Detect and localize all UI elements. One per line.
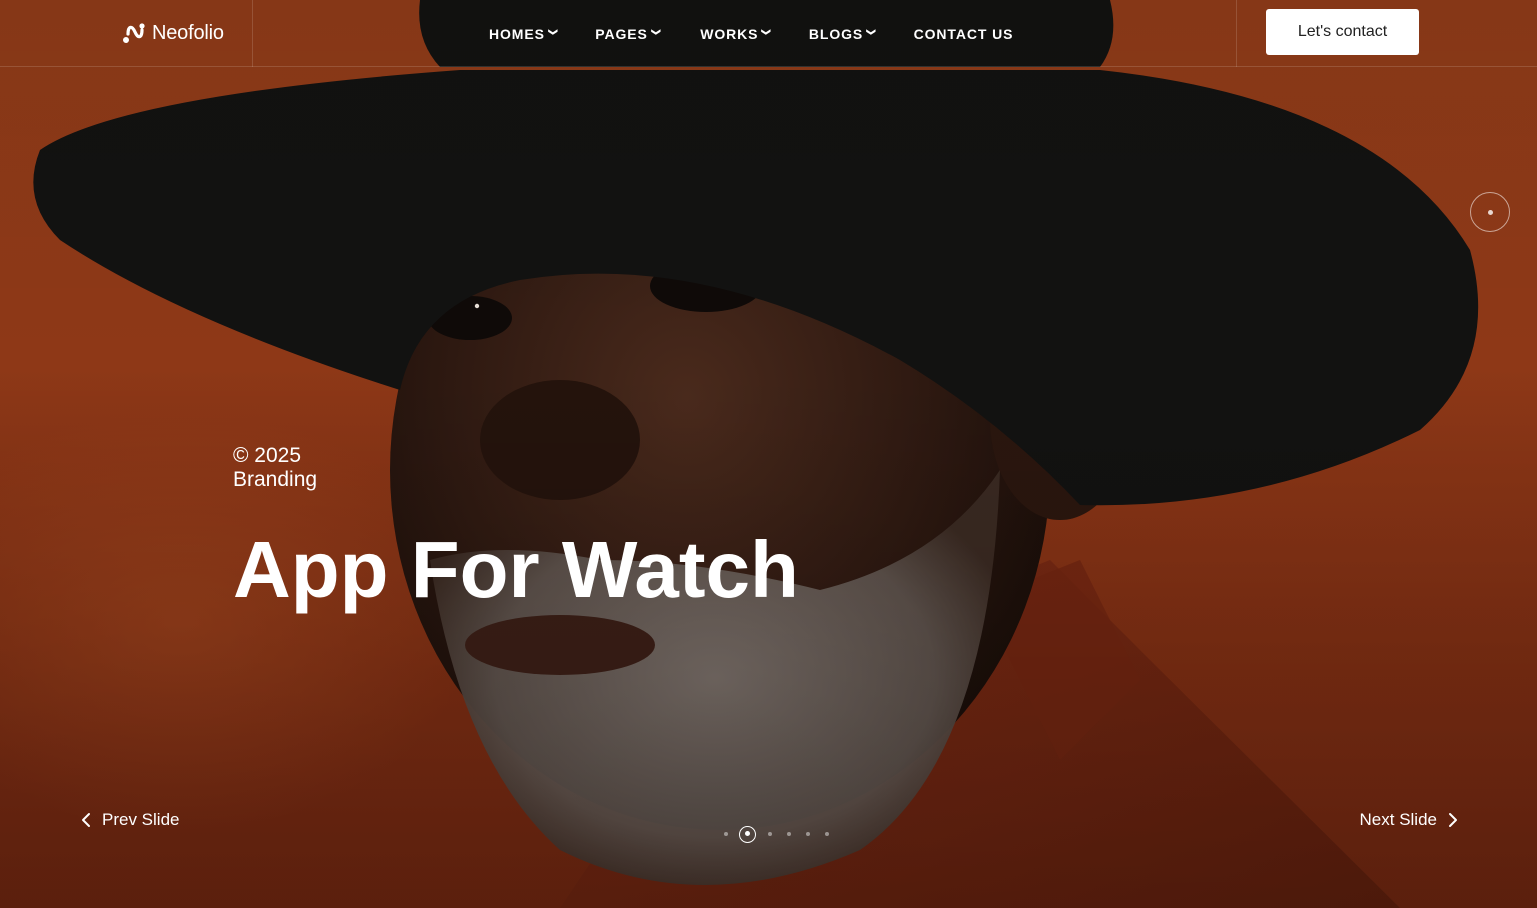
prev-slide-label: Prev Slide (102, 810, 180, 829)
nav-item-homes[interactable]: HOMES ❯ (489, 22, 559, 46)
pagination-dot[interactable] (824, 832, 829, 836)
chevron-down-icon: ❯ (762, 28, 773, 37)
pagination-dot[interactable] (786, 832, 791, 836)
neofolio-logo-icon (123, 23, 145, 43)
nav-item-label: HOMES (489, 26, 545, 42)
nav-item-label: WORKS (700, 26, 759, 42)
slide-pagination (716, 824, 836, 844)
scroll-indicator-dot (1487, 209, 1493, 215)
nav-item-blogs[interactable]: BLOGS ❯ (808, 22, 877, 46)
next-slide-label: Next Slide (1359, 810, 1437, 829)
pagination-dot[interactable] (767, 832, 772, 836)
header-divider-left (252, 0, 253, 67)
pagination-dot[interactable] (723, 832, 728, 836)
main-navigation: HOMES ❯ PAGES ❯ WORKS ❯ BLOGS ❯ CONTACT … (489, 22, 1013, 46)
chevron-left-icon (82, 813, 90, 827)
next-slide-button[interactable]: Next Slide (1360, 808, 1459, 832)
header-divider-right (1236, 0, 1237, 67)
chevron-down-icon: ❯ (866, 28, 877, 37)
nav-item-label: BLOGS (808, 26, 864, 42)
lets-contact-button[interactable]: Let's contact (1266, 9, 1419, 55)
nav-item-label: CONTACT US (913, 26, 1014, 42)
slide-title[interactable]: App For Watch (233, 524, 799, 616)
hero-background-image (0, 0, 1537, 908)
chevron-down-icon: ❯ (651, 28, 662, 37)
slide-category: Branding (233, 468, 318, 491)
chevron-right-icon (1449, 813, 1457, 827)
prev-slide-button[interactable]: Prev Slide (80, 808, 179, 832)
brand-name: Neofolio (152, 21, 224, 44)
nav-item-label: PAGES (595, 26, 648, 42)
slide-meta: © 2025 Branding (233, 444, 317, 492)
hero-overlay (0, 0, 1537, 908)
site-header: Neofolio HOMES ❯ PAGES ❯ WORKS ❯ BLOGS ❯… (0, 0, 1537, 67)
scroll-indicator[interactable] (1470, 192, 1510, 232)
nav-item-contact-us[interactable]: CONTACT US (914, 22, 1014, 46)
brand-logo[interactable]: Neofolio (122, 18, 224, 48)
chevron-down-icon: ❯ (548, 28, 559, 37)
pagination-dot-active[interactable] (739, 825, 756, 843)
slide-year: © 2025 (233, 444, 302, 467)
pagination-dot[interactable] (805, 832, 810, 836)
nav-item-works[interactable]: WORKS ❯ (700, 22, 773, 46)
nav-item-pages[interactable]: PAGES ❯ (595, 22, 662, 46)
